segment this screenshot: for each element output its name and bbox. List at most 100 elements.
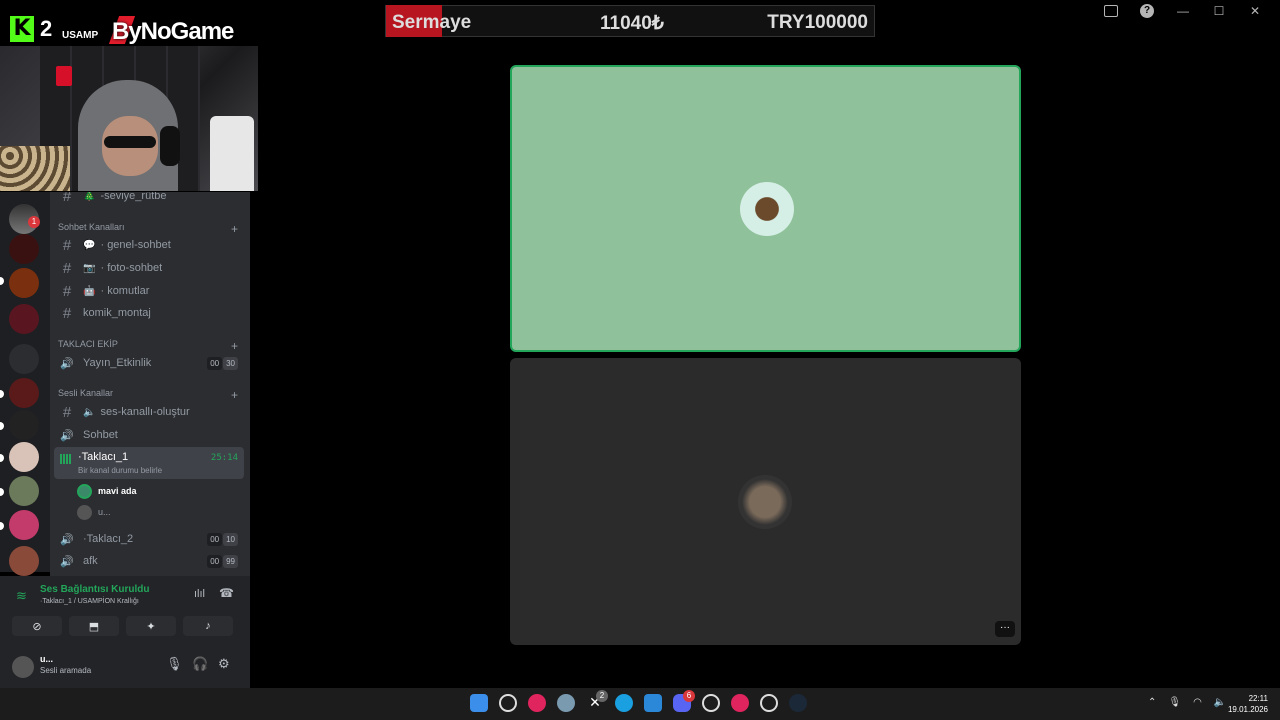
store-icon[interactable] bbox=[644, 694, 662, 712]
user-avatar[interactable] bbox=[12, 656, 34, 678]
user-limit: 00 10 bbox=[207, 532, 238, 546]
server-folder[interactable] bbox=[9, 304, 39, 334]
taskbar-apps: ✕ 2 6 bbox=[470, 690, 807, 712]
disconnect-icon[interactable]: ☎ bbox=[219, 586, 234, 600]
channel-seviye[interactable]: # 🎄 -seviye_rütbe bbox=[54, 192, 244, 207]
voice-panel: ≋ Ses Bağlantısı Kuruldu ·Taklacı_1 / US… bbox=[0, 576, 250, 688]
noise-suppression-icon[interactable]: ılıl bbox=[194, 588, 205, 600]
add-channel-icon[interactable]: + bbox=[231, 388, 238, 402]
server-icon[interactable] bbox=[9, 442, 39, 472]
close-button[interactable]: ✕ bbox=[1248, 4, 1262, 18]
capital-label: Sermaye bbox=[392, 12, 472, 33]
channel-afk[interactable]: 🔊 afk 00 99 bbox=[54, 550, 244, 572]
minimize-button[interactable]: — bbox=[1176, 4, 1190, 18]
user-limit: 00 30 bbox=[207, 356, 238, 370]
wifi-icon[interactable]: ◠ bbox=[1193, 697, 1202, 708]
kick-overlay: K 2 bbox=[10, 16, 52, 42]
speaker-icon: 🔊 bbox=[60, 533, 74, 546]
discord-icon[interactable]: 6 bbox=[673, 690, 695, 712]
youtube-music-icon[interactable] bbox=[731, 694, 749, 712]
category-voice[interactable]: Sesli Kanallar + bbox=[58, 388, 238, 402]
channel-tag: USAMP bbox=[62, 30, 99, 41]
camera-button[interactable]: ⊘ bbox=[12, 616, 62, 636]
soundboard-button[interactable]: ♪ bbox=[183, 616, 233, 636]
search-icon[interactable] bbox=[499, 694, 517, 712]
hash-icon: # bbox=[62, 192, 72, 205]
tree-icon: 🎄 bbox=[83, 192, 96, 202]
camera-icon: 📷 bbox=[83, 262, 96, 274]
chatgpt-icon[interactable] bbox=[702, 694, 720, 712]
channel-taklaci-2[interactable]: 🔊 ·Taklacı_2 00 10 bbox=[54, 528, 244, 550]
channel-prefix: · bbox=[100, 239, 105, 251]
system-tray: ⌃ 🎙 ◠ 🔈 bbox=[1148, 697, 1226, 708]
more-options-button[interactable]: ··· bbox=[995, 621, 1015, 637]
hash-icon: # bbox=[62, 236, 72, 254]
participant-tile-speaking[interactable] bbox=[510, 65, 1021, 352]
speaker-icon: 🔊 bbox=[60, 357, 74, 370]
server-icon[interactable] bbox=[9, 410, 39, 440]
unread-pill bbox=[0, 277, 4, 285]
server-folder[interactable] bbox=[9, 546, 39, 576]
add-channel-icon[interactable]: + bbox=[231, 339, 238, 353]
capital-target: TRY100000 bbox=[767, 12, 868, 33]
channel-komik-montaj[interactable]: # komik_montaj bbox=[54, 302, 244, 324]
chevron-up-icon[interactable]: ⌃ bbox=[1148, 697, 1156, 708]
channel-status-prompt[interactable]: Bir kanal durumu belirle bbox=[78, 466, 162, 475]
help-button[interactable]: ? bbox=[1140, 4, 1154, 18]
screen-share-button[interactable]: ⬒ bbox=[69, 616, 119, 636]
channel-list: # 🎄 -seviye_rütbe Sohbet Kanalları + # 💬… bbox=[50, 192, 250, 576]
channel-ses-olustur[interactable]: # 🔈 ses-kanallı-oluştur bbox=[54, 401, 244, 423]
kick-logo-icon: K bbox=[10, 16, 34, 42]
capital-current: 11040₺ bbox=[600, 13, 664, 34]
participant-avatar bbox=[740, 182, 794, 236]
soundboard-icon: ♪ bbox=[205, 620, 211, 632]
server-icon[interactable] bbox=[9, 378, 39, 408]
folder-icon[interactable] bbox=[9, 344, 39, 374]
active-voice-channel[interactable]: ·Taklacı_1 Bir kanal durumu belirle 25:1… bbox=[54, 447, 244, 479]
inbox-button[interactable] bbox=[1104, 4, 1118, 18]
settings-icon[interactable] bbox=[557, 694, 575, 712]
channel-label: Yayın_Etkinlik bbox=[83, 357, 152, 369]
voice-location[interactable]: ·Taklacı_1 / USAMPİON Krallığı bbox=[40, 598, 139, 605]
webcam-feed bbox=[0, 46, 258, 191]
server-folder[interactable] bbox=[9, 268, 39, 298]
microphone-icon[interactable]: 🎙 bbox=[1168, 697, 1181, 708]
voice-member[interactable]: mavi ada bbox=[77, 482, 137, 500]
maximize-button[interactable]: ☐ bbox=[1212, 4, 1226, 18]
media-player-icon[interactable] bbox=[528, 694, 546, 712]
kick-viewer-count: 2 bbox=[40, 16, 53, 41]
channel-foto-sohbet[interactable]: # 📷 · foto-sohbet bbox=[54, 257, 244, 279]
microphone-icon[interactable]: 🎙 bbox=[166, 656, 183, 672]
signal-icon: ≋ bbox=[16, 588, 27, 603]
server-icon[interactable] bbox=[9, 510, 39, 540]
settings-icon[interactable]: ⚙ bbox=[218, 656, 230, 672]
channel-label: komutlar bbox=[107, 285, 150, 297]
steam-icon[interactable] bbox=[789, 694, 807, 712]
voice-member[interactable]: u... bbox=[77, 503, 111, 521]
channel-yayin-etkinlik[interactable]: 🔊 Yayın_Etkinlik 00 30 bbox=[54, 352, 244, 374]
channel-label: foto-sohbet bbox=[107, 262, 163, 274]
windows-start-icon[interactable] bbox=[470, 694, 488, 712]
server-folder[interactable] bbox=[9, 476, 39, 506]
turkish-flag-icon bbox=[56, 66, 72, 86]
activities-button[interactable]: ✦ bbox=[126, 616, 176, 636]
clock[interactable]: 22:11 19.01.2026 bbox=[1228, 693, 1268, 715]
channel-genel-sohbet[interactable]: # 💬 · genel-sohbet bbox=[54, 234, 244, 256]
headset-icon bbox=[160, 126, 180, 166]
member-name: u... bbox=[98, 507, 111, 517]
category-taklaci[interactable]: TAKLACI EKİP + bbox=[58, 339, 238, 353]
video-player-icon[interactable] bbox=[760, 694, 778, 712]
server-folder[interactable] bbox=[9, 234, 39, 264]
activities-icon: ✦ bbox=[146, 620, 156, 633]
hash-icon: # bbox=[62, 304, 72, 322]
edge-browser-icon[interactable] bbox=[615, 694, 633, 712]
channel-sohbet-voice[interactable]: 🔊 Sohbet bbox=[54, 424, 244, 446]
voice-status[interactable]: Ses Bağlantısı Kuruldu bbox=[40, 584, 149, 595]
headphones-icon[interactable]: 🎧 bbox=[192, 656, 208, 672]
channel-komutlar[interactable]: # 🤖 · komutlar bbox=[54, 280, 244, 302]
x-app-icon[interactable]: ✕ 2 bbox=[586, 690, 608, 712]
username[interactable]: u... bbox=[40, 654, 53, 664]
volume-icon[interactable]: 🔈 bbox=[1214, 697, 1226, 708]
voice-timer: 25:14 bbox=[210, 453, 238, 463]
participant-tile[interactable]: ··· bbox=[510, 358, 1021, 645]
